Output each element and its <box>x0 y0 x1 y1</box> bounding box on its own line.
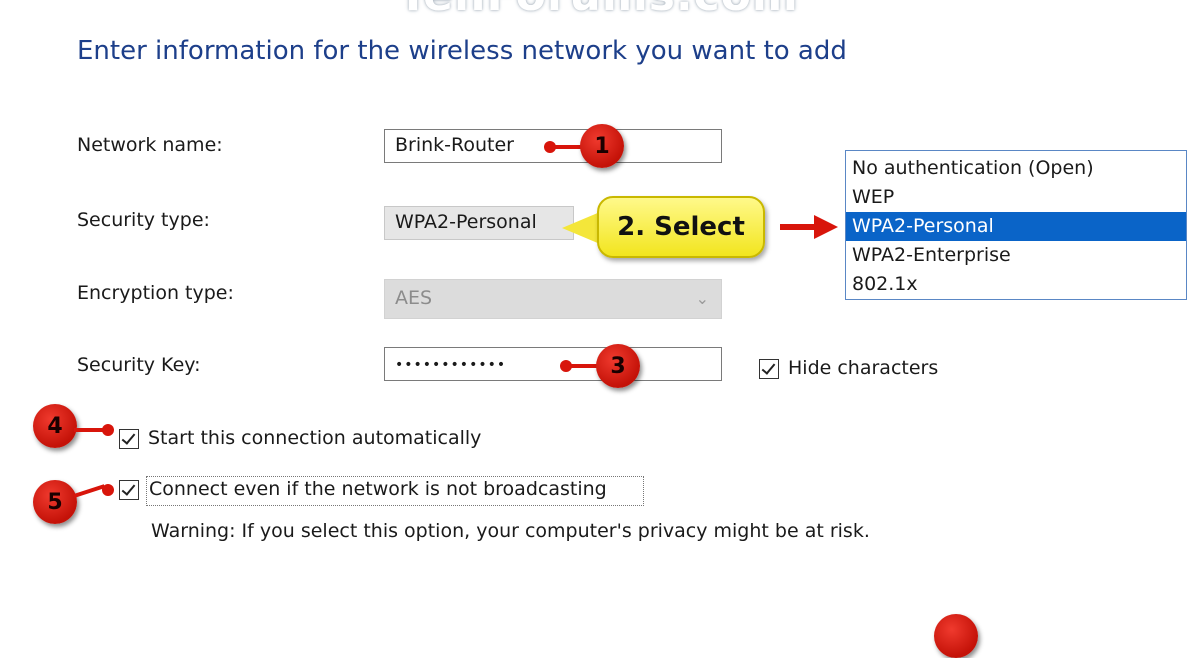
annotation-badge-partial <box>934 614 978 658</box>
annotation-badge-3: 3 <box>596 344 640 388</box>
privacy-warning: Warning: If you select this option, your… <box>151 520 870 542</box>
dropdown-option-wpa2-enterprise[interactable]: WPA2-Enterprise <box>846 241 1186 270</box>
dropdown-option-open[interactable]: No authentication (Open) <box>846 154 1186 183</box>
security-type-dropdown[interactable]: No authentication (Open) WEP WPA2-Person… <box>845 150 1187 300</box>
annotation-pointer-line <box>568 364 598 368</box>
page-title: Enter information for the wireless netwo… <box>77 36 847 66</box>
annotation-pointer-dot <box>102 484 114 496</box>
start-automatically-checkbox[interactable] <box>119 429 139 449</box>
security-type-select[interactable]: WPA2-Personal <box>384 206 574 240</box>
network-name-label: Network name: <box>77 134 223 156</box>
start-automatically-label: Start this connection automatically <box>148 427 482 449</box>
security-key-value: •••••••••••• <box>395 357 507 373</box>
security-type-value: WPA2-Personal <box>395 211 537 233</box>
arrow-shaft <box>780 224 816 230</box>
arrow-right-icon <box>814 215 838 239</box>
chevron-down-icon: ⌄ <box>695 289 709 308</box>
annotation-badge-4: 4 <box>33 404 77 448</box>
hide-characters-checkbox[interactable] <box>759 359 779 379</box>
annotation-pointer-line <box>73 484 106 498</box>
watermark: TenForums.com <box>398 0 799 21</box>
security-key-input[interactable]: •••••••••••• <box>384 347 722 381</box>
encryption-type-select: AES ⌄ <box>384 279 722 319</box>
security-key-label: Security Key: <box>77 354 201 376</box>
callout-tail <box>562 212 600 244</box>
dropdown-option-wep[interactable]: WEP <box>846 183 1186 212</box>
annotation-callout-select: 2. Select <box>597 196 765 258</box>
dropdown-option-wpa2-personal[interactable]: WPA2-Personal <box>846 212 1186 241</box>
connect-not-broadcasting-checkbox[interactable] <box>119 480 139 500</box>
annotation-pointer-dot <box>102 424 114 436</box>
dropdown-option-8021x[interactable]: 802.1x <box>846 270 1186 299</box>
network-name-value: Brink-Router <box>395 134 514 156</box>
encryption-type-label: Encryption type: <box>77 282 234 304</box>
encryption-type-value: AES <box>395 287 433 309</box>
annotation-badge-1: 1 <box>580 124 624 168</box>
hide-characters-label: Hide characters <box>788 357 939 379</box>
annotation-badge-5: 5 <box>33 480 77 524</box>
security-type-label: Security type: <box>77 209 210 231</box>
connect-not-broadcasting-label: Connect even if the network is not broad… <box>149 478 607 500</box>
